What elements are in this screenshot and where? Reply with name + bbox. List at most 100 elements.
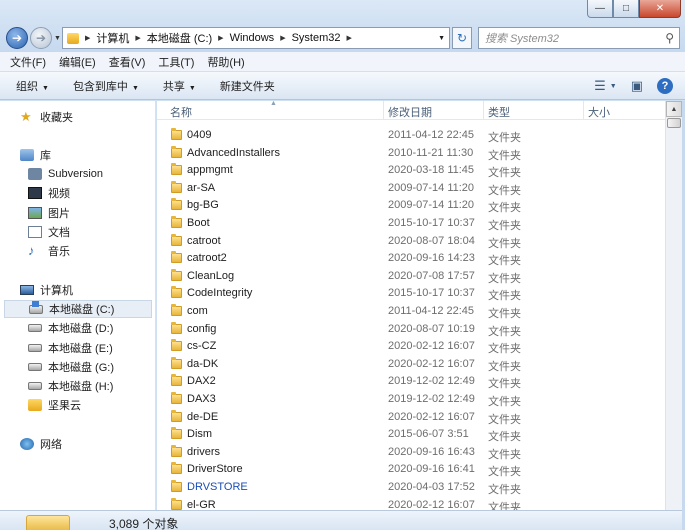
refresh-icon[interactable]: ↻ xyxy=(452,27,472,49)
scroll-up-icon[interactable]: ▲ xyxy=(666,101,682,117)
file-name: catroot2 xyxy=(187,252,227,265)
close-icon[interactable]: ✕ xyxy=(639,0,681,18)
nav-computer[interactable]: 计算机 xyxy=(20,281,73,299)
file-row[interactable]: 0409 2011-04-12 22:45 文件夹 xyxy=(157,126,665,144)
file-row[interactable]: bg-BG 2009-07-14 11:20 文件夹 xyxy=(157,196,665,214)
column-header-name[interactable]: 名称 xyxy=(170,104,192,120)
search-input[interactable]: 搜索 System32 ⚲ xyxy=(478,27,680,49)
breadcrumb-system32[interactable]: System32 xyxy=(292,32,341,44)
column-divider[interactable] xyxy=(483,101,484,120)
address-dropdown-icon[interactable]: ▼ xyxy=(438,35,445,42)
chevron-down-icon: ▼ xyxy=(131,84,139,92)
file-row[interactable]: cs-CZ 2020-02-12 16:07 文件夹 xyxy=(157,337,665,355)
nav-library-music[interactable]: ♪ 音乐 xyxy=(28,242,70,260)
file-name: de-DE xyxy=(187,410,219,423)
forward-arrow-icon[interactable]: ➔ xyxy=(30,27,52,49)
file-row[interactable]: DRVSTORE 2020-04-03 17:52 文件夹 xyxy=(157,478,665,496)
nav-jianguoyun[interactable]: 坚果云 xyxy=(28,396,81,414)
breadcrumb-chevron-icon[interactable]: ▶ xyxy=(280,34,285,42)
nav-drive-e[interactable]: 本地磁盘 (E:) xyxy=(28,339,113,357)
file-row[interactable]: catroot2 2020-09-16 14:23 文件夹 xyxy=(157,249,665,267)
breadcrumb-chevron-icon[interactable]: ▶ xyxy=(135,34,140,42)
folder-icon xyxy=(26,515,70,530)
nav-library-subversion[interactable]: Subversion xyxy=(28,165,103,183)
nav-drive-d[interactable]: 本地磁盘 (D:) xyxy=(28,319,113,337)
maximize-icon[interactable]: □ xyxy=(613,0,639,18)
file-row[interactable]: CleanLog 2020-07-08 17:57 文件夹 xyxy=(157,267,665,285)
nav-network[interactable]: 网络 xyxy=(20,435,62,453)
file-row[interactable]: config 2020-08-07 10:19 文件夹 xyxy=(157,320,665,338)
vertical-scrollbar[interactable]: ▲ xyxy=(665,101,682,510)
minimize-icon[interactable]: — xyxy=(587,0,613,18)
file-modified-date: 2020-02-12 16:07 xyxy=(388,357,475,370)
file-type: 文件夹 xyxy=(488,484,521,496)
file-modified-date: 2020-02-12 16:07 xyxy=(388,498,475,510)
file-row[interactable]: DriverStore 2020-09-16 16:41 文件夹 xyxy=(157,460,665,478)
breadcrumb-chevron-icon[interactable]: ▶ xyxy=(218,34,223,42)
file-row[interactable]: ar-SA 2009-07-14 11:20 文件夹 xyxy=(157,179,665,197)
file-modified-date: 2015-10-17 10:37 xyxy=(388,287,475,300)
file-row[interactable]: DAX3 2019-12-02 12:49 文件夹 xyxy=(157,390,665,408)
nav-favorites[interactable]: ★ 收藏夹 xyxy=(20,108,73,126)
column-header-date[interactable]: 修改日期 xyxy=(388,104,432,120)
share-button[interactable]: 共享 ▼ xyxy=(163,78,196,94)
breadcrumb-chevron-icon[interactable]: ▶ xyxy=(85,34,90,42)
include-in-library-button[interactable]: 包含到库中 ▼ xyxy=(73,78,139,94)
file-row[interactable]: el-GR 2020-02-12 16:07 文件夹 xyxy=(157,496,665,510)
nav-drive-g[interactable]: 本地磁盘 (G:) xyxy=(28,358,114,376)
column-header-type[interactable]: 类型 xyxy=(488,104,510,120)
new-folder-button[interactable]: 新建文件夹 xyxy=(220,78,275,94)
breadcrumb-drive-c[interactable]: 本地磁盘 (C:) xyxy=(147,30,212,46)
file-row[interactable]: drivers 2020-09-16 16:43 文件夹 xyxy=(157,443,665,461)
recent-pages-chevron-icon[interactable]: ▼ xyxy=(54,35,61,42)
breadcrumb-computer[interactable]: 计算机 xyxy=(96,30,129,46)
chevron-down-icon[interactable]: ▼ xyxy=(610,83,617,90)
file-row[interactable]: Dism 2015-06-07 3:51 文件夹 xyxy=(157,425,665,443)
menu-view[interactable]: 查看(V) xyxy=(109,54,146,70)
breadcrumb-windows[interactable]: Windows xyxy=(230,32,275,44)
nav-drive-h[interactable]: 本地磁盘 (H:) xyxy=(28,377,113,395)
file-type: 文件夹 xyxy=(488,501,521,510)
chevron-down-icon: ▼ xyxy=(42,84,49,92)
menu-help[interactable]: 帮助(H) xyxy=(207,54,244,70)
file-row[interactable]: da-DK 2020-02-12 16:07 文件夹 xyxy=(157,355,665,373)
file-row[interactable]: catroot 2020-08-07 18:04 文件夹 xyxy=(157,232,665,250)
scroll-thumb[interactable] xyxy=(667,118,681,128)
organize-button[interactable]: 组织 ▼ xyxy=(16,78,49,94)
file-row[interactable]: Boot 2015-10-17 10:37 文件夹 xyxy=(157,214,665,232)
back-arrow-icon[interactable]: ➔ xyxy=(6,27,28,49)
folder-icon xyxy=(67,32,79,44)
file-name: bg-BG xyxy=(187,199,219,212)
file-type: 文件夹 xyxy=(488,255,521,268)
nav-libraries[interactable]: 库 xyxy=(20,146,51,164)
file-row[interactable]: com 2011-04-12 22:45 文件夹 xyxy=(157,302,665,320)
column-divider[interactable] xyxy=(583,101,584,120)
file-row[interactable]: DAX2 2019-12-02 12:49 文件夹 xyxy=(157,372,665,390)
address-bar[interactable]: ▶ 计算机 ▶ 本地磁盘 (C:) ▶ Windows ▶ System32 ▶… xyxy=(62,27,450,49)
nav-drive-c[interactable]: 本地磁盘 (C:) xyxy=(4,300,152,318)
breadcrumb-chevron-icon[interactable]: ▶ xyxy=(347,34,352,42)
view-options-icon[interactable]: ☰ xyxy=(594,78,606,94)
file-type: 文件夹 xyxy=(488,149,521,162)
preview-pane-icon[interactable]: ▣ xyxy=(631,78,643,94)
folder-icon xyxy=(171,480,182,492)
help-icon[interactable]: ? xyxy=(657,78,673,94)
file-row[interactable]: CodeIntegrity 2015-10-17 10:37 文件夹 xyxy=(157,284,665,302)
folder-icon xyxy=(171,286,182,299)
column-header-size[interactable]: 大小 xyxy=(588,104,610,120)
nav-library-documents[interactable]: 文档 xyxy=(28,223,70,241)
nav-library-pictures[interactable]: 图片 xyxy=(28,204,70,222)
menu-file[interactable]: 文件(F) xyxy=(10,54,46,70)
command-bar: 组织 ▼ 包含到库中 ▼ 共享 ▼ 新建文件夹 ☰ ▼ ▣ ? xyxy=(0,72,685,100)
chevron-down-icon: ▼ xyxy=(188,84,196,92)
nav-library-videos[interactable]: 视频 xyxy=(28,184,70,202)
file-row[interactable]: AdvancedInstallers 2010-11-21 11:30 文件夹 xyxy=(157,144,665,162)
column-divider[interactable] xyxy=(383,101,384,120)
file-row[interactable]: de-DE 2020-02-12 16:07 文件夹 xyxy=(157,408,665,426)
menu-tools[interactable]: 工具(T) xyxy=(158,54,194,70)
file-type: 文件夹 xyxy=(488,167,521,180)
file-row[interactable]: appmgmt 2020-03-18 11:45 文件夹 xyxy=(157,161,665,179)
search-icon[interactable]: ⚲ xyxy=(665,31,674,45)
jianguoyun-icon xyxy=(28,399,42,411)
menu-edit[interactable]: 编辑(E) xyxy=(59,54,96,70)
